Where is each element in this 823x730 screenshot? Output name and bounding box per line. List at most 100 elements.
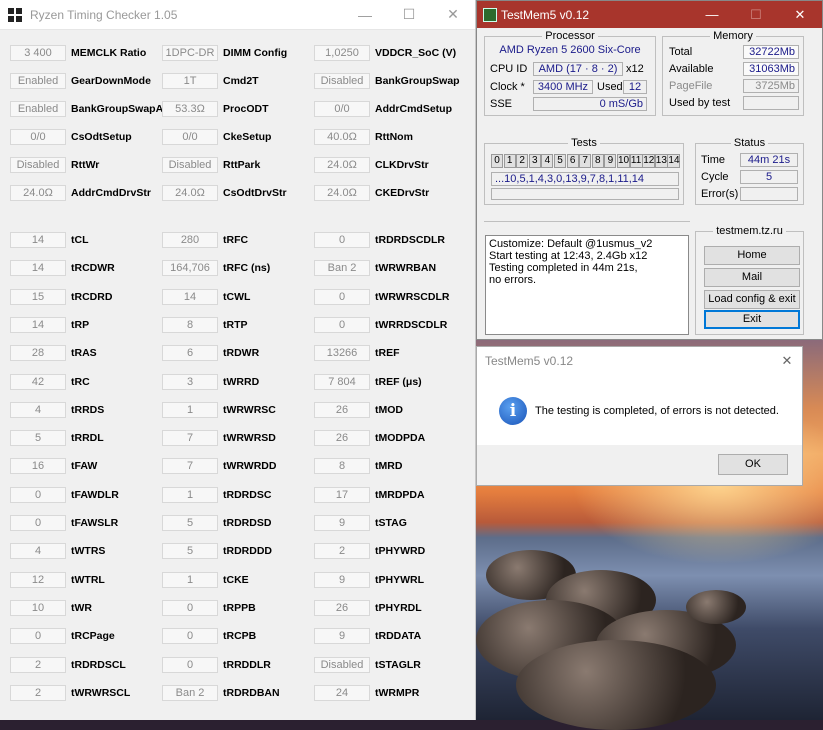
timing-value-field: 0/0 (314, 101, 370, 117)
timing-row: 13266 tREF (314, 344, 400, 362)
test-number-cell: 10 (617, 154, 630, 168)
timing-value-field: 2 (10, 685, 66, 701)
timing-row: 1 tWRWRSC (162, 401, 276, 419)
minimize-icon[interactable]: — (690, 7, 734, 22)
timing-label: tCL (71, 234, 89, 246)
timing-label: tWR (71, 602, 92, 614)
timing-value-field: 9 (314, 515, 370, 531)
timing-label: tWRWRDD (223, 460, 277, 472)
rtc-titlebar[interactable]: Ryzen Timing Checker 1.05 — ☐ ✕ (0, 0, 475, 30)
timing-label: CkeSetup (223, 131, 272, 143)
timing-row: 164,706 tRFC (ns) (162, 259, 270, 277)
timing-row: 0 tWRWRSCDLR (314, 288, 449, 306)
timing-value-field: 0/0 (10, 129, 66, 145)
close-icon[interactable]: ✕ (431, 0, 475, 30)
timing-label: Cmd2T (223, 75, 259, 87)
timing-label: CLKDrvStr (375, 159, 429, 171)
timing-value-field: 0 (314, 317, 370, 333)
timing-value-field: 14 (10, 317, 66, 333)
timing-value-field: 14 (10, 260, 66, 276)
timing-label: tRC (71, 376, 90, 388)
exit-button[interactable]: Exit (704, 310, 800, 329)
timing-row: 28 tRAS (10, 344, 97, 362)
timing-label: tWTRS (71, 545, 106, 557)
timing-row: 24.0Ω CsOdtDrvStr (162, 184, 287, 202)
maximize-icon: ☐ (750, 6, 762, 22)
timing-label: tREF (375, 347, 400, 359)
timing-label: tWTRL (71, 574, 105, 586)
test-number-cell: 5 (554, 154, 566, 168)
timing-row: 9 tRDDATA (314, 627, 421, 645)
mail-button[interactable]: Mail (704, 268, 800, 287)
used-by-test-label: Used by test (669, 97, 731, 109)
processor-group: Processor AMD Ryzen 5 2600 Six-Core CPU … (484, 30, 656, 116)
log-textbox[interactable]: Customize: Default @1usmus_v2 Start test… (485, 235, 689, 335)
dialog-message: The testing is completed, of errors is n… (535, 405, 779, 417)
home-button[interactable]: Home (704, 246, 800, 265)
timing-value-field: 8 (314, 458, 370, 474)
timing-label: tREF (μs) (375, 376, 422, 388)
log-line: Customize: Default @1usmus_v2 (489, 238, 653, 250)
timing-row: 3 400 MEMCLK Ratio (10, 44, 146, 62)
load-config-exit-button[interactable]: Load config & exit (704, 290, 800, 309)
timing-row: 24.0Ω CLKDrvStr (314, 156, 429, 174)
minimize-icon[interactable]: — (343, 0, 387, 30)
timing-value-field: Disabled (10, 157, 66, 173)
tm5-titlebar[interactable]: TestMem5 v0.12 — ☐ ✕ (477, 1, 822, 28)
timing-value-field: 26 (314, 600, 370, 616)
timing-label: VDDCR_SoC (V) (375, 47, 457, 59)
timing-label: ProcODT (223, 103, 269, 115)
close-icon[interactable]: ✕ (772, 353, 802, 369)
test-number-cell: 11 (629, 154, 643, 168)
timing-value-field: 0 (10, 487, 66, 503)
timing-value-field: 24.0Ω (314, 185, 370, 201)
timing-label: tRFC (223, 234, 249, 246)
timing-value-field: 5 (162, 515, 218, 531)
dialog-footer: OK (477, 445, 802, 485)
ok-button[interactable]: OK (718, 454, 788, 475)
timing-row: Disabled RttPark (162, 156, 260, 174)
timing-row: 24.0Ω AddrCmdDrvStr (10, 184, 151, 202)
timing-row: 40.0Ω RttNom (314, 128, 413, 146)
completion-dialog: TestMem5 v0.12 ✕ i The testing is comple… (476, 346, 803, 486)
available-field: 31063Mb (743, 62, 799, 76)
maximize-icon[interactable]: ☐ (387, 0, 431, 30)
timing-row: 7 tWRWRDD (162, 457, 276, 475)
close-icon[interactable]: ✕ (778, 7, 822, 23)
timing-label: DIMM Config (223, 47, 288, 59)
timing-row: 4 tRRDS (10, 401, 104, 419)
timing-value-field: 24.0Ω (10, 185, 66, 201)
timing-value-field: 40.0Ω (314, 129, 370, 145)
timing-value-field: 3 (162, 374, 218, 390)
dialog-titlebar[interactable]: TestMem5 v0.12 ✕ (477, 347, 802, 374)
used-by-test-field (743, 96, 799, 110)
timing-label: tRRDS (71, 404, 105, 416)
timing-value-field: Ban 2 (314, 260, 370, 276)
wallpaper-rock (516, 640, 716, 730)
time-field: 44m 21s (740, 153, 798, 167)
timing-label: tRCPage (71, 630, 115, 642)
timing-label: tCWL (223, 291, 251, 303)
timing-label: tRDRDSCL (71, 659, 126, 671)
test-progress-bar (491, 188, 679, 200)
timing-value-field: 2 (10, 657, 66, 673)
timing-row: 6 tRDWR (162, 344, 259, 362)
wallpaper-rock (686, 590, 746, 624)
timing-row: 42 tRC (10, 373, 90, 391)
timing-row: 15 tRCDRD (10, 288, 112, 306)
timing-label: BankGroupSwap (375, 75, 460, 87)
timing-value-field: 3 400 (10, 45, 66, 61)
timing-row: 0 tRCPB (162, 627, 256, 645)
total-label: Total (669, 46, 693, 58)
timing-label: tPHYWRL (375, 574, 424, 586)
timing-row: 3 tWRRD (162, 373, 259, 391)
timing-row: 8 tMRD (314, 457, 402, 475)
timing-row: 10 tWR (10, 599, 92, 617)
timing-label: tWRRDSCDLR (375, 319, 448, 331)
test-number-cell: 13 (654, 154, 668, 168)
timing-label: AddrCmdDrvStr (71, 187, 151, 199)
timing-label: tRAS (71, 347, 97, 359)
log-line: Testing completed in 44m 21s, (489, 262, 638, 274)
timing-label: tRDRDDD (223, 545, 272, 557)
timing-row: Enabled BankGroupSwapAlt (10, 100, 170, 118)
